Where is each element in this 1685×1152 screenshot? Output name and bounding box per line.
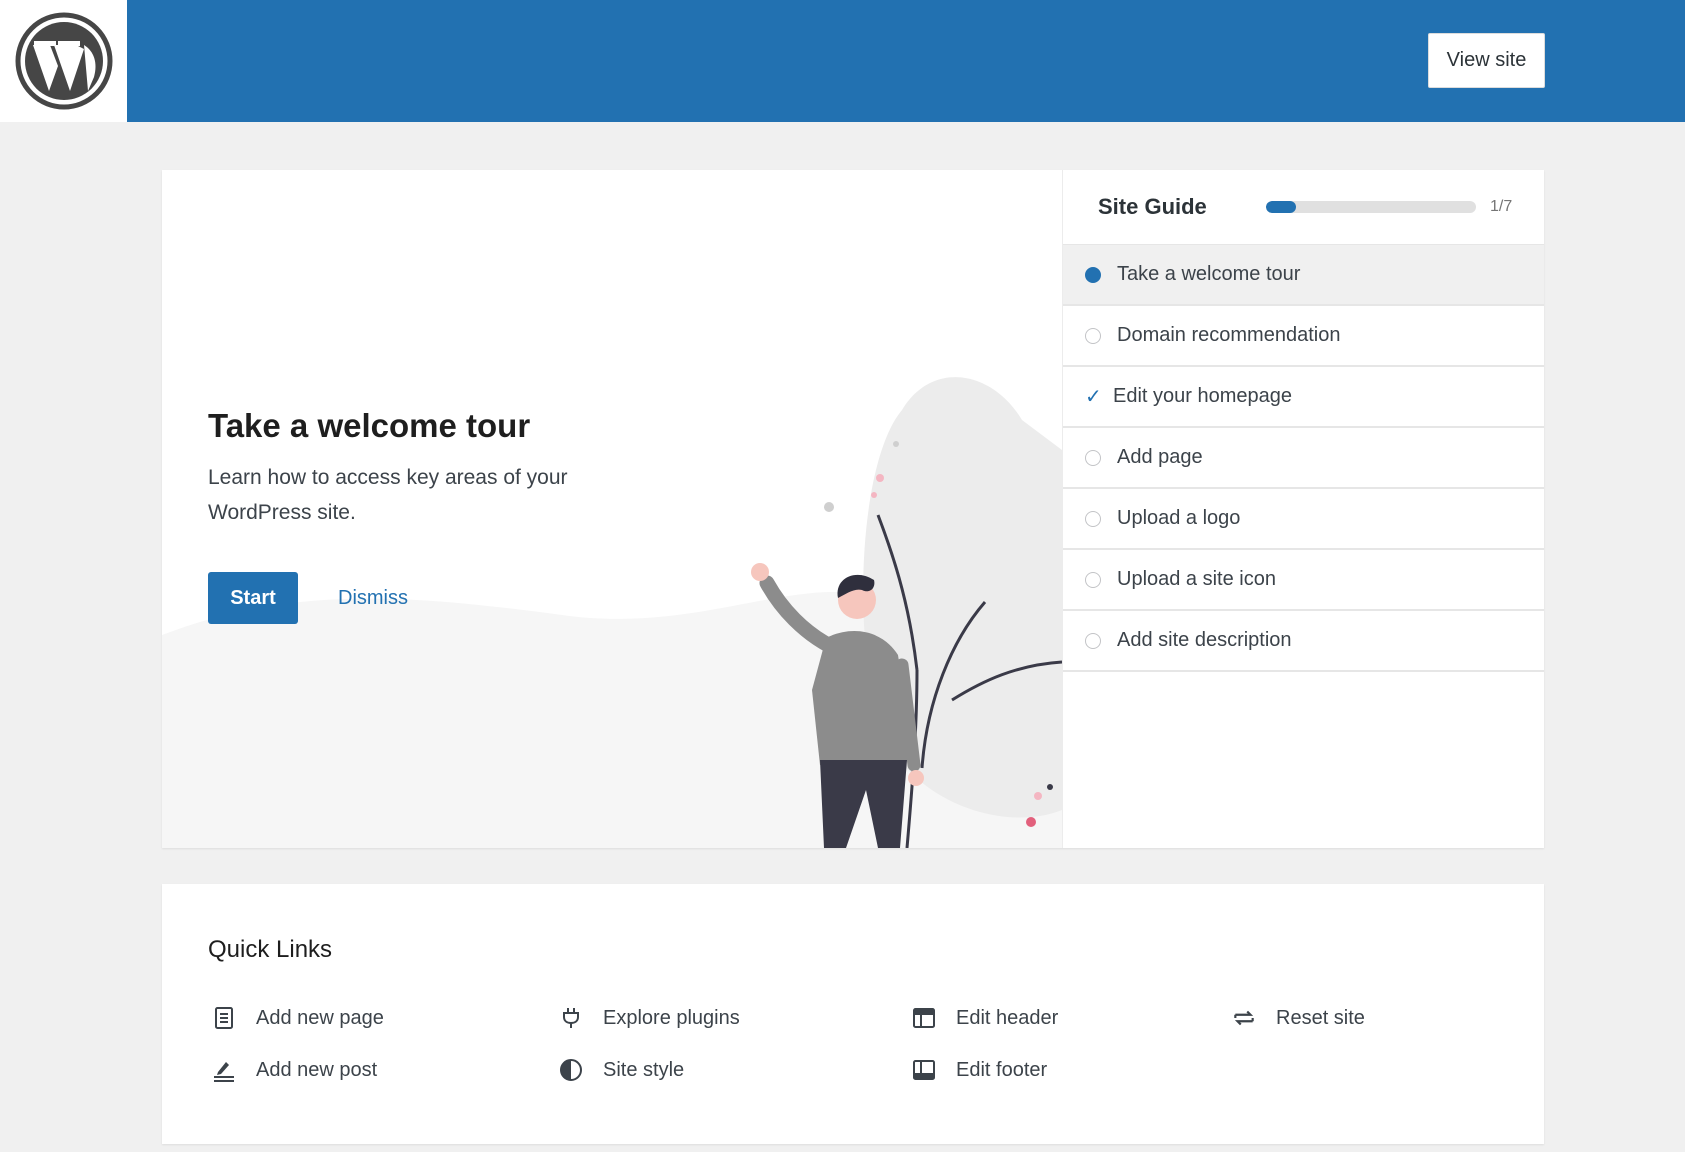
start-button[interactable]: Start bbox=[208, 572, 298, 624]
quick-link-label: Add new post bbox=[256, 1058, 378, 1081]
add-new-page-link[interactable]: Add new page bbox=[210, 1004, 384, 1032]
quick-link-label: Site style bbox=[603, 1058, 685, 1081]
quick-link-label: Reset site bbox=[1276, 1006, 1365, 1029]
empty-circle-icon bbox=[1085, 510, 1101, 527]
site-guide-progress-fill bbox=[1266, 201, 1297, 213]
post-icon bbox=[210, 1056, 238, 1084]
quick-links-card: Quick Links Add new page Add new post Ex… bbox=[162, 884, 1544, 1144]
edit-header-link[interactable]: Edit header bbox=[910, 1004, 1058, 1032]
add-new-post-link[interactable]: Add new post bbox=[210, 1056, 377, 1084]
contrast-icon bbox=[557, 1056, 585, 1084]
site-guide: Site Guide 1/7 Take a welcome tour Domai… bbox=[1062, 170, 1544, 848]
site-guide-progress-count: 1/7 bbox=[1490, 198, 1513, 215]
empty-circle-icon bbox=[1085, 449, 1101, 466]
explore-plugins-link[interactable]: Explore plugins bbox=[557, 1004, 740, 1032]
quick-link-label: Add new page bbox=[256, 1006, 384, 1029]
tour-title: Take a welcome tour bbox=[208, 407, 531, 444]
current-step-dot-icon bbox=[1085, 266, 1101, 283]
guide-item-label: Domain recommendation bbox=[1117, 324, 1341, 346]
empty-circle-icon bbox=[1085, 632, 1101, 649]
plugin-icon bbox=[557, 1004, 585, 1032]
guide-item-label: Upload a site icon bbox=[1117, 568, 1276, 590]
site-guide-title: Site Guide bbox=[1098, 194, 1207, 219]
guide-item-label: Add page bbox=[1117, 446, 1203, 468]
empty-circle-icon bbox=[1085, 327, 1101, 344]
empty-circle-icon bbox=[1085, 571, 1101, 588]
quick-link-label: Edit footer bbox=[956, 1058, 1048, 1081]
footer-icon bbox=[910, 1056, 938, 1084]
checkmark-icon: ✓ bbox=[1085, 385, 1102, 408]
page-icon bbox=[210, 1004, 238, 1032]
guide-item-upload-logo[interactable]: Upload a logo bbox=[1063, 489, 1544, 550]
reset-site-link[interactable]: Reset site bbox=[1230, 1004, 1365, 1032]
header-icon bbox=[910, 1004, 938, 1032]
quick-links-title: Quick Links bbox=[208, 936, 333, 963]
tour-description: Learn how to access key areas of your Wo… bbox=[208, 466, 568, 524]
guide-item-domain-recommendation[interactable]: Domain recommendation bbox=[1063, 306, 1544, 367]
site-guide-progress-bar bbox=[1266, 201, 1476, 213]
masterbar: View site bbox=[0, 0, 1685, 122]
guide-item-label: Upload a logo bbox=[1117, 507, 1241, 529]
wordpress-icon bbox=[15, 12, 112, 110]
view-site-button[interactable]: View site bbox=[1428, 33, 1545, 88]
site-style-link[interactable]: Site style bbox=[557, 1056, 684, 1084]
guide-item-edit-homepage[interactable]: ✓ Edit your homepage bbox=[1063, 367, 1544, 428]
tour-panel: Take a welcome tour Learn how to access … bbox=[162, 170, 1062, 848]
guide-item-add-site-description[interactable]: Add site description bbox=[1063, 611, 1544, 672]
site-guide-header: Site Guide 1/7 bbox=[1063, 170, 1544, 245]
quick-link-label: Edit header bbox=[956, 1006, 1059, 1029]
dismiss-button[interactable]: Dismiss bbox=[338, 572, 408, 624]
guide-item-label: Edit your homepage bbox=[1113, 385, 1293, 407]
guide-item-upload-site-icon[interactable]: Upload a site icon bbox=[1063, 550, 1544, 611]
guide-item-label: Take a welcome tour bbox=[1117, 263, 1301, 285]
edit-footer-link[interactable]: Edit footer bbox=[910, 1056, 1047, 1084]
guide-item-add-page[interactable]: Add page bbox=[1063, 428, 1544, 489]
wordpress-logo[interactable] bbox=[0, 0, 127, 122]
welcome-tour-card: Take a welcome tour Learn how to access … bbox=[162, 170, 1544, 848]
quick-link-label: Explore plugins bbox=[603, 1006, 740, 1029]
guide-item-label: Add site description bbox=[1117, 629, 1292, 651]
guide-item-welcome-tour[interactable]: Take a welcome tour bbox=[1063, 245, 1544, 306]
reset-icon bbox=[1230, 1004, 1258, 1032]
